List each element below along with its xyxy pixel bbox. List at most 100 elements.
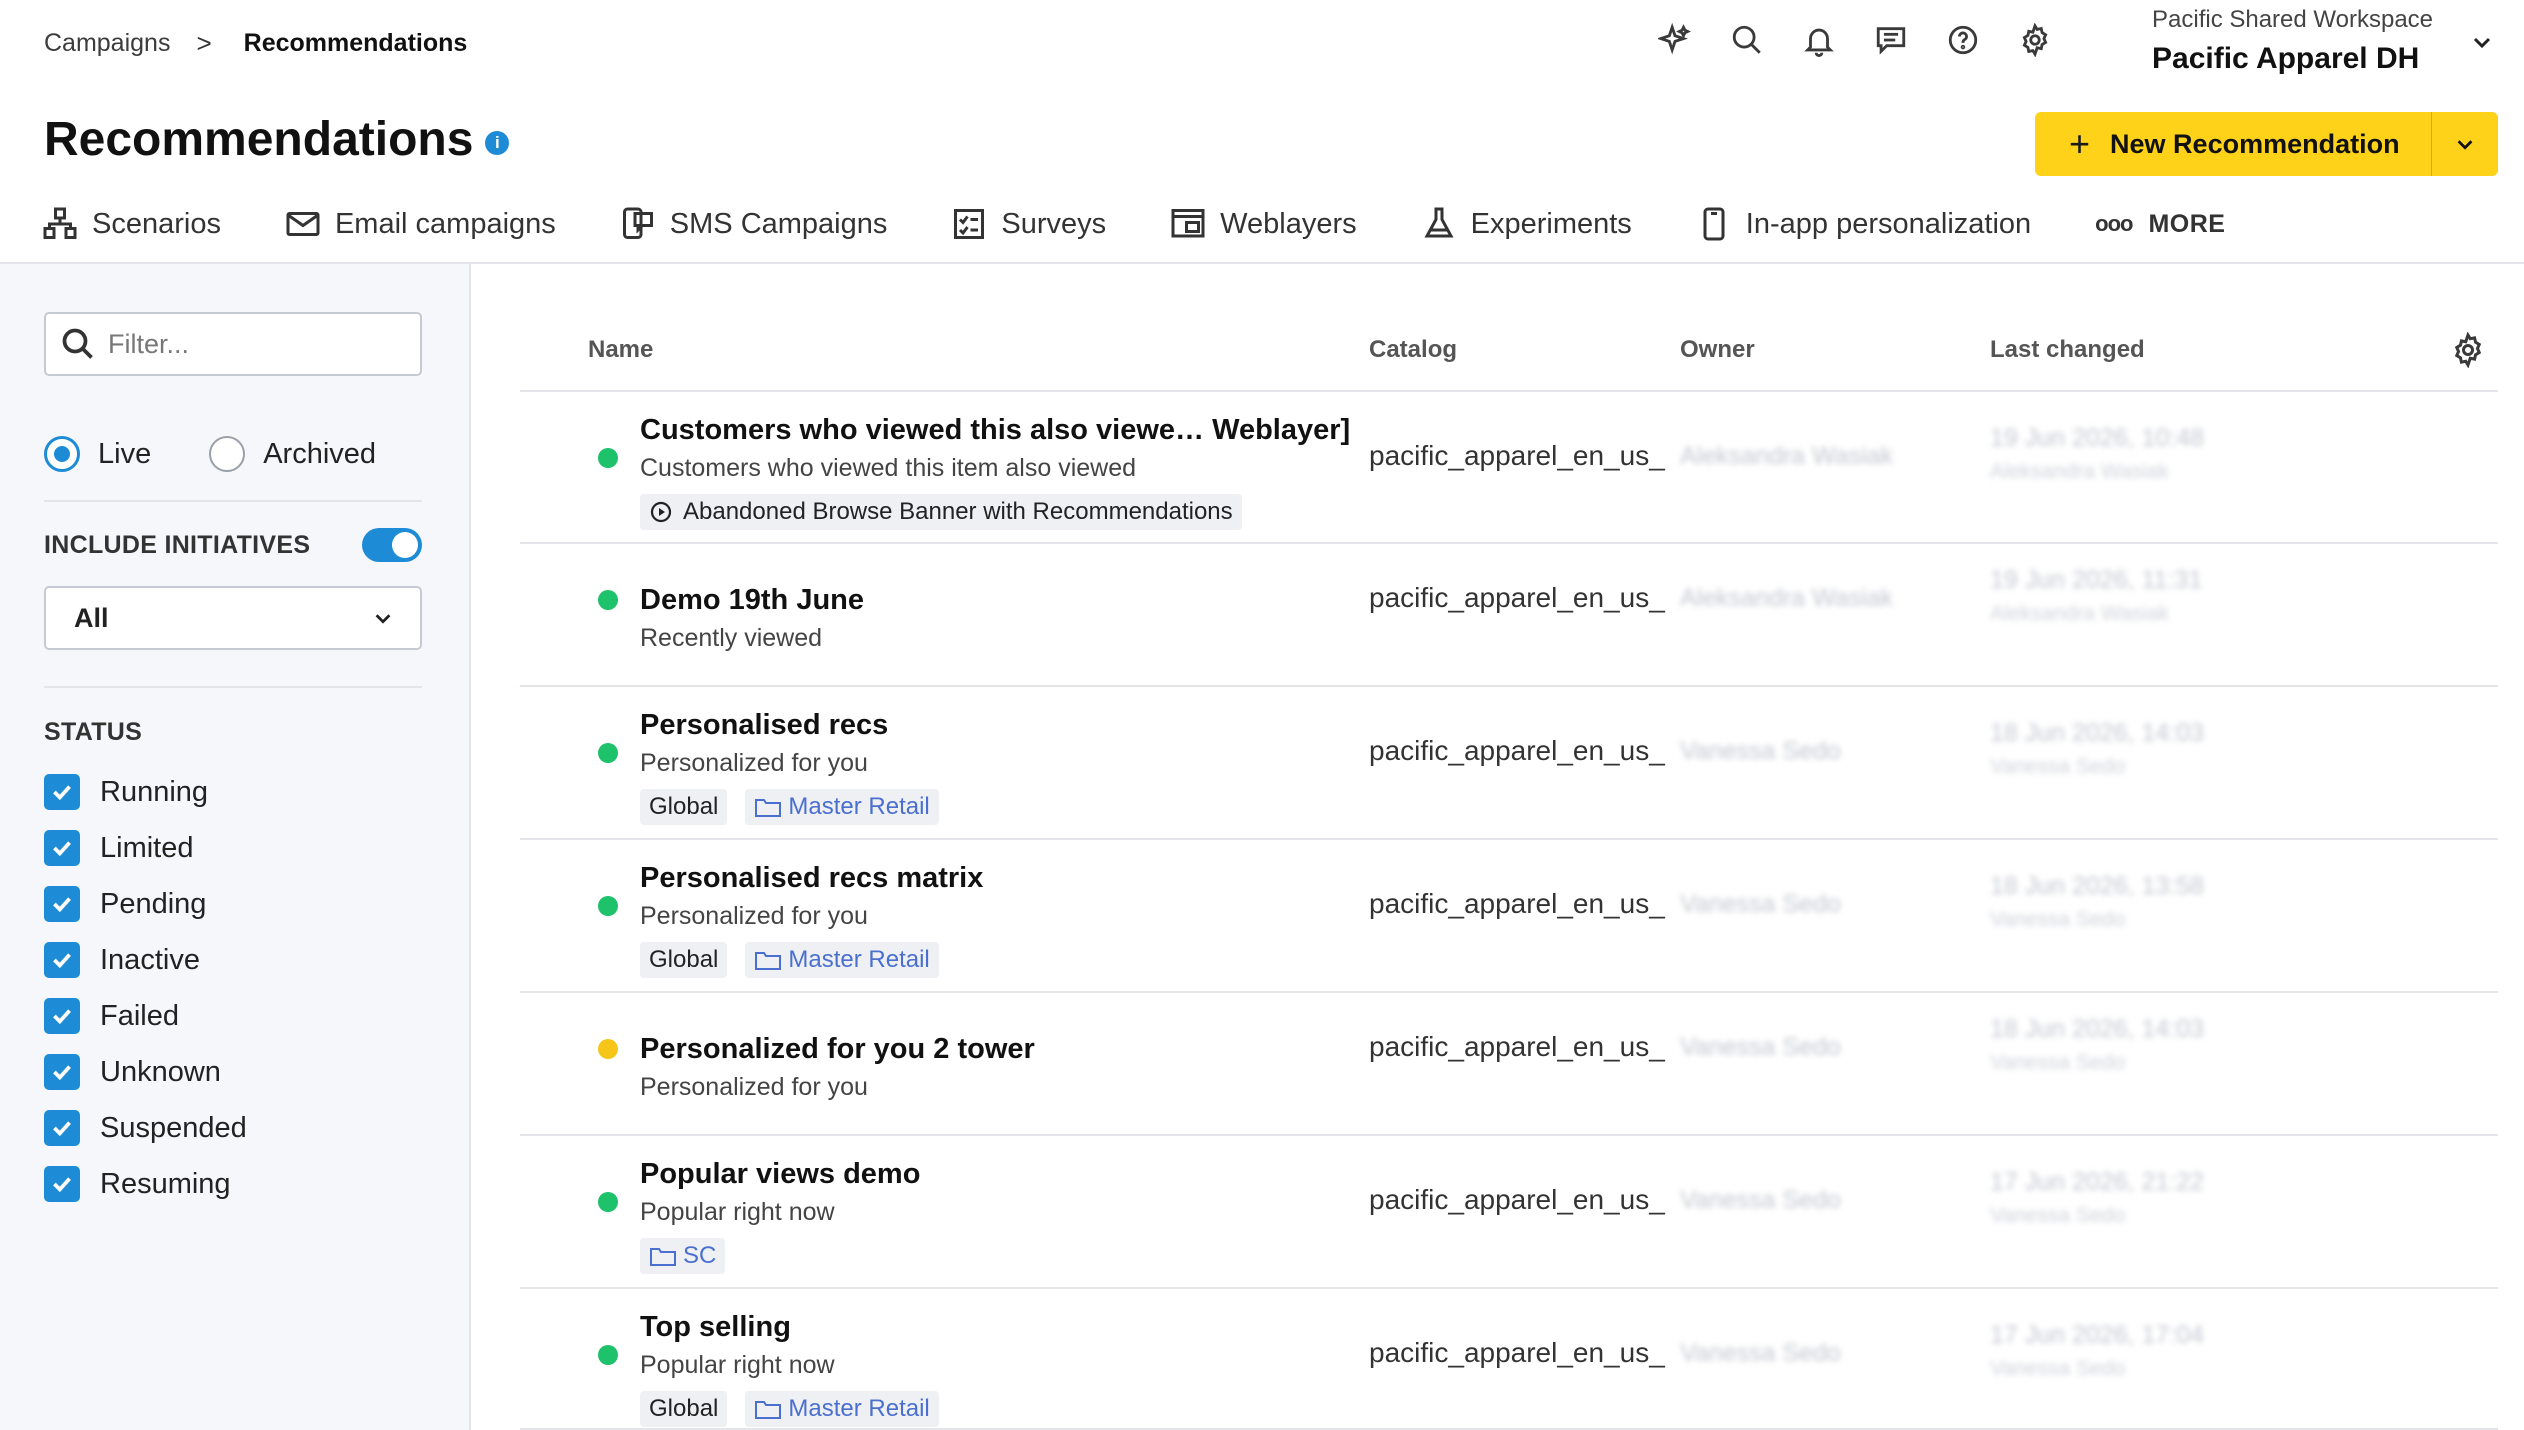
filter-sidebar: Live Archived INCLUDE INITIATIVES All ST… bbox=[0, 264, 471, 1430]
scenario-tag[interactable]: Abandoned Browse Banner with Recommendat… bbox=[640, 494, 1242, 530]
table-row[interactable]: Personalised recs Personalized for you Glo… bbox=[520, 687, 2498, 840]
table-row[interactable]: Customers who viewed this also viewe… We… bbox=[520, 392, 2498, 544]
status-label: Limited bbox=[100, 831, 194, 864]
status-label: Failed bbox=[100, 999, 179, 1032]
sparkle-icon[interactable] bbox=[1655, 20, 1695, 60]
checkbox-checked-icon bbox=[44, 1166, 80, 1202]
recommendation-name[interactable]: Personalised recs matrix bbox=[640, 862, 983, 895]
owner-cell: Vanessa Sedo bbox=[1680, 890, 1841, 918]
chevron-down-icon[interactable] bbox=[2470, 30, 2494, 54]
owner-cell: Vanessa Sedo bbox=[1680, 1339, 1841, 1367]
table-row[interactable]: Top selling Popular right now Global Master… bbox=[520, 1289, 2498, 1430]
status-checkbox-inactive[interactable]: Inactive bbox=[44, 932, 247, 988]
live-archived-radio-group: Live Archived bbox=[44, 436, 434, 472]
info-icon[interactable]: i bbox=[485, 130, 510, 155]
page-title-wrap: Recommendations i bbox=[44, 112, 510, 167]
folder-tag[interactable]: Master Retail bbox=[745, 789, 939, 825]
catalog-cell: pacific_apparel_en_us_ bbox=[1369, 1337, 1665, 1368]
status-dot bbox=[598, 896, 618, 916]
column-last-changed[interactable]: Last changed bbox=[1990, 336, 2145, 364]
recommendation-name[interactable]: Customers who viewed this also viewe… We… bbox=[640, 414, 1350, 447]
tag-label: Master Retail bbox=[788, 946, 930, 973]
recommendation-type: Recently viewed bbox=[640, 624, 823, 652]
recommendation-name[interactable]: Demo 19th June bbox=[640, 584, 864, 617]
radio-archived[interactable]: Archived bbox=[209, 436, 376, 472]
tab-in-app-personalization[interactable]: In-app personalization bbox=[1696, 206, 2031, 242]
radio-circle bbox=[209, 436, 246, 472]
recommendation-name[interactable]: Personalised recs bbox=[640, 709, 888, 742]
gear-icon[interactable] bbox=[2015, 20, 2055, 60]
folder-tag[interactable]: Master Retail bbox=[745, 1391, 939, 1427]
tab-surveys[interactable]: Surveys bbox=[951, 206, 1106, 242]
status-checkbox-limited[interactable]: Limited bbox=[44, 820, 247, 876]
column-catalog[interactable]: Catalog bbox=[1369, 336, 1457, 364]
search-icon[interactable] bbox=[1727, 20, 1767, 60]
breadcrumb-campaigns[interactable]: Campaigns bbox=[44, 29, 170, 58]
tag-label: Global bbox=[649, 1395, 719, 1422]
last-changed-by: Aleksandra Wasiak bbox=[1990, 602, 2169, 625]
chat-icon[interactable] bbox=[1871, 20, 1911, 60]
last-changed-date: 18 Jun 2026, 13:58 bbox=[1990, 872, 2205, 900]
status-checkbox-unknown[interactable]: Unknown bbox=[44, 1044, 247, 1100]
table-settings-gear-icon[interactable] bbox=[2450, 331, 2486, 369]
column-owner[interactable]: Owner bbox=[1680, 336, 1755, 364]
tab-experiments[interactable]: Experiments bbox=[1421, 206, 1632, 242]
workspace-switcher[interactable]: Pacific Shared Workspace Pacific Apparel… bbox=[2152, 6, 2433, 76]
tab-weblayers[interactable]: Weblayers bbox=[1170, 206, 1357, 242]
header-icons bbox=[1655, 20, 2055, 60]
include-initiatives-toggle[interactable] bbox=[362, 528, 422, 562]
tab-email-campaigns[interactable]: Email campaigns bbox=[285, 206, 556, 242]
status-checkbox-failed[interactable]: Failed bbox=[44, 988, 247, 1044]
select-value: All bbox=[74, 602, 109, 633]
status-label: Resuming bbox=[100, 1167, 231, 1200]
last-changed-by: Vanessa Sedo bbox=[1990, 908, 2126, 931]
checkbox-checked-icon bbox=[44, 886, 80, 922]
bell-icon[interactable] bbox=[1799, 20, 1839, 60]
breadcrumb: Campaigns > Recommendations bbox=[44, 28, 467, 59]
status-label: Running bbox=[100, 775, 209, 808]
survey-icon bbox=[954, 209, 985, 239]
table-row[interactable]: Personalized for you 2 tower Personalized… bbox=[520, 993, 2498, 1136]
tab-more[interactable]: ooo MORE bbox=[2095, 210, 2225, 239]
help-icon[interactable] bbox=[1943, 20, 1983, 60]
scope-tag[interactable]: Global bbox=[640, 942, 728, 978]
status-label: Pending bbox=[100, 887, 207, 920]
recommendation-name[interactable]: Top selling bbox=[640, 1311, 791, 1344]
tab-scenarios[interactable]: Scenarios bbox=[42, 206, 221, 242]
table-row[interactable]: Popular views demo Popular right now SC pac… bbox=[520, 1136, 2498, 1289]
owner-cell: Vanessa Sedo bbox=[1680, 737, 1841, 765]
table-row[interactable]: Demo 19th June Recently viewed pacific_app… bbox=[520, 544, 2498, 687]
divider bbox=[44, 500, 422, 502]
more-icon: ooo bbox=[2095, 211, 2133, 236]
status-checkbox-pending[interactable]: Pending bbox=[44, 876, 247, 932]
tab-sms-campaigns[interactable]: SMS Campaigns bbox=[620, 206, 887, 242]
new-recommendation-dropdown[interactable] bbox=[2432, 112, 2498, 176]
new-recommendation-label: New Recommendation bbox=[2110, 128, 2400, 159]
recommendation-name[interactable]: Popular views demo bbox=[640, 1158, 920, 1191]
initiatives-select[interactable]: All bbox=[44, 586, 422, 650]
status-label: Inactive bbox=[100, 943, 200, 976]
last-changed-date: 19 Jun 2026, 10:48 bbox=[1990, 424, 2205, 452]
tag-label: Master Retail bbox=[788, 1395, 930, 1422]
status-checkbox-resuming[interactable]: Resuming bbox=[44, 1156, 247, 1212]
folder-tag[interactable]: Master Retail bbox=[745, 942, 939, 978]
recommendation-type: Personalized for you bbox=[640, 902, 868, 930]
new-recommendation-button[interactable]: + New Recommendation bbox=[2035, 112, 2432, 176]
table-row[interactable]: Personalised recs matrix Personalized for… bbox=[520, 840, 2498, 993]
radio-live[interactable]: Live bbox=[44, 436, 151, 472]
owner-cell: Aleksandra Wasiak bbox=[1680, 442, 1894, 470]
status-dot bbox=[598, 1345, 618, 1365]
tag-label: SC bbox=[683, 1242, 717, 1269]
status-dot bbox=[598, 448, 618, 468]
column-name[interactable]: Name bbox=[588, 336, 653, 364]
scope-tag[interactable]: Global bbox=[640, 1391, 728, 1427]
folder-tag[interactable]: SC bbox=[640, 1238, 726, 1274]
recommendation-name[interactable]: Personalized for you 2 tower bbox=[640, 1033, 1035, 1066]
status-label: Unknown bbox=[100, 1055, 221, 1088]
search-icon bbox=[62, 328, 93, 359]
scope-tag[interactable]: Global bbox=[640, 789, 728, 825]
tab-label: Surveys bbox=[1001, 207, 1107, 240]
filter-input[interactable] bbox=[108, 328, 408, 360]
status-checkbox-suspended[interactable]: Suspended bbox=[44, 1100, 247, 1156]
status-checkbox-running[interactable]: Running bbox=[44, 764, 247, 820]
